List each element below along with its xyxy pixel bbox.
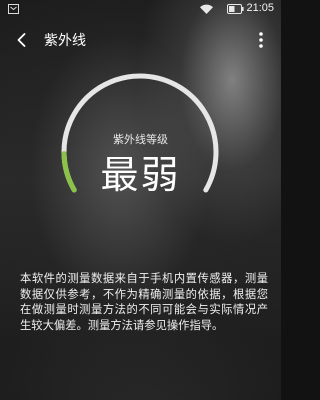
uv-level-value: 最弱: [100, 153, 181, 197]
uv-screen: 21:05 紫外线 紫外线等级 最弱 本软件的测量数据来自于手机内置传感器，测量…: [0, 0, 281, 400]
disclaimer-text: 本软件的测量数据来自于手机内置传感器，测量数据仅供参考，不作为精确测量的依据，根…: [20, 272, 268, 332]
uv-level-label: 紫外线等级: [113, 133, 168, 146]
uv-gauge: [61, 73, 219, 193]
